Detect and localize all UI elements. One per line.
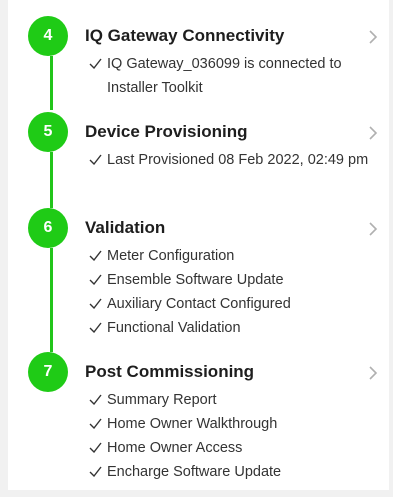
- step-number-badge: 4: [28, 16, 68, 56]
- chevron-right-icon[interactable]: [368, 126, 378, 140]
- checkmark-icon: [89, 298, 102, 309]
- chevron-right-icon[interactable]: [368, 366, 378, 380]
- progress-rail-5-6: [50, 152, 53, 208]
- checkmark-icon: [89, 58, 102, 69]
- checklist-item-label: Home Owner Walkthrough: [107, 416, 278, 432]
- checklist-item: Functional Validation: [89, 316, 379, 340]
- step-title: Post Commissioning: [85, 362, 255, 381]
- checklist-item: Summary Report: [89, 388, 379, 412]
- checkmark-icon: [89, 442, 102, 453]
- checklist-item: IQ Gateway_036099 is connected to Instal…: [89, 52, 379, 100]
- checklist-item: Meter Configuration: [89, 244, 379, 268]
- checklist-item-label: Summary Report: [107, 392, 217, 408]
- checkmark-icon: [89, 250, 102, 261]
- checklist-item-label: Meter Configuration: [107, 248, 235, 264]
- step-checklist: Last Provisioned 08 Feb 2022, 02:49 pm: [89, 148, 379, 172]
- checklist-item-label: Encharge Software Update: [107, 464, 282, 480]
- checkmark-icon: [89, 466, 102, 477]
- checklist-item-label: Functional Validation: [107, 320, 241, 336]
- step-title: IQ Gateway Connectivity: [85, 26, 285, 45]
- checkmark-icon: [89, 154, 102, 165]
- progress-rail-6-7: [50, 248, 53, 352]
- checklist-item: Encharge Software Update: [89, 460, 379, 484]
- checklist-item-label: Home Owner Access: [107, 440, 243, 456]
- checklist-item: Last Provisioned 08 Feb 2022, 02:49 pm: [89, 148, 379, 172]
- checkmark-icon: [89, 418, 102, 429]
- step-number-badge: 7: [28, 352, 68, 392]
- progress-rail-4-5: [50, 56, 53, 110]
- checkmark-icon: [89, 394, 102, 405]
- step-number-badge: 5: [28, 112, 68, 152]
- checklist-item: Home Owner Access: [89, 436, 379, 460]
- checklist-item-label: Last Provisioned 08 Feb 2022, 02:49 pm: [107, 152, 369, 168]
- checklist-item: Home Owner Walkthrough: [89, 412, 379, 436]
- step-title: Device Provisioning: [85, 122, 248, 141]
- step-title: Validation: [85, 218, 166, 237]
- checklist-item-label: Ensemble Software Update: [107, 272, 284, 288]
- checklist-item-label: Auxiliary Contact Configured: [107, 296, 291, 312]
- commissioning-steps-card: 4 IQ Gateway Connectivity IQ Gateway_036…: [8, 0, 389, 490]
- step-checklist: Meter Configuration Ensemble Software Up…: [89, 244, 379, 340]
- checklist-item: Auxiliary Contact Configured: [89, 292, 379, 316]
- chevron-right-icon[interactable]: [368, 30, 378, 44]
- step-checklist: Summary Report Home Owner Walkthrough Ho…: [89, 388, 379, 484]
- step-checklist: IQ Gateway_036099 is connected to Instal…: [89, 52, 379, 100]
- checkmark-icon: [89, 322, 102, 333]
- checklist-item-label: IQ Gateway_036099 is connected to Instal…: [107, 56, 342, 96]
- step-number-badge: 6: [28, 208, 68, 248]
- checklist-item: Ensemble Software Update: [89, 268, 379, 292]
- chevron-right-icon[interactable]: [368, 222, 378, 236]
- checkmark-icon: [89, 274, 102, 285]
